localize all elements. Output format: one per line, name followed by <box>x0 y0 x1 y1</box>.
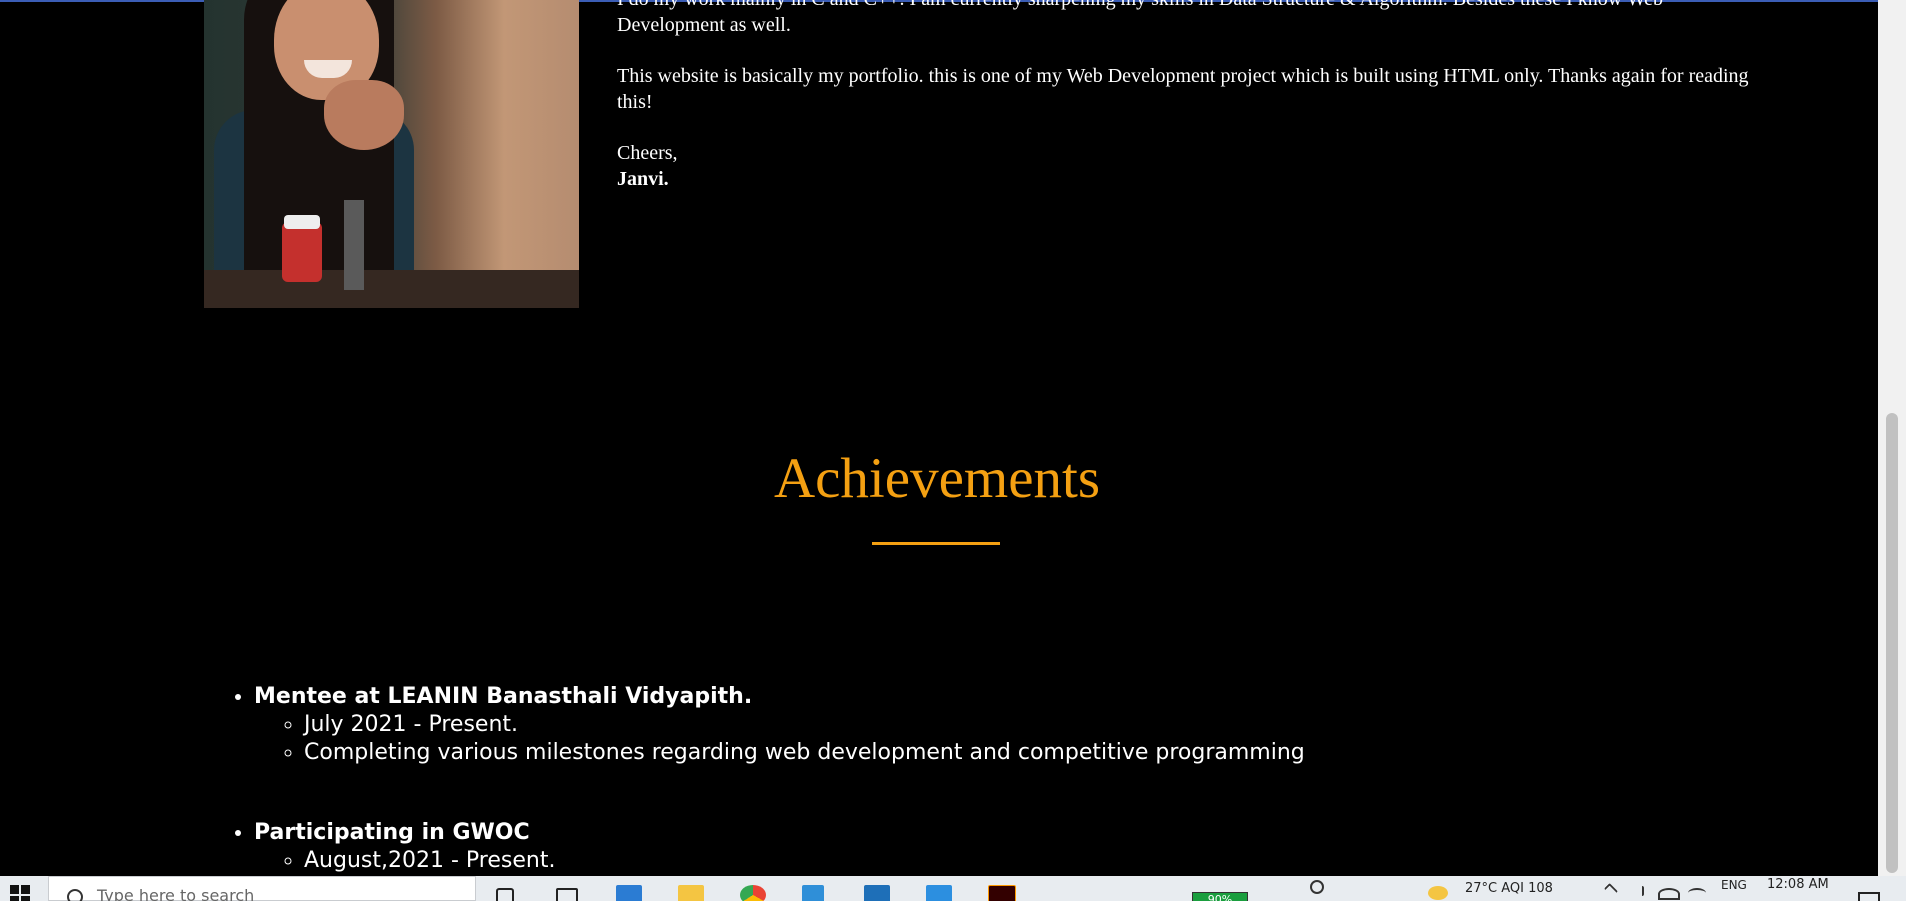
page-scrollbar[interactable] <box>1878 0 1906 876</box>
search-icon <box>67 889 83 901</box>
illustrator-icon[interactable] <box>988 885 1016 901</box>
windows-taskbar: Type here to search 90% 27°C AQI 108 ENG… <box>0 876 1906 901</box>
start-button[interactable] <box>0 876 46 901</box>
wifi-icon[interactable] <box>1688 888 1706 898</box>
about-paragraph: I do my work mainly in C and C++. I am c… <box>617 0 1663 36</box>
achievement-detail: Completing various milestones regarding … <box>304 739 1854 767</box>
achievements-heading: Achievements <box>773 447 1101 510</box>
edge-icon[interactable] <box>616 885 642 901</box>
about-text: I do my work mainly in C and C++. I am c… <box>617 0 1757 192</box>
battery-indicator[interactable]: 90% <box>1192 892 1248 901</box>
achievement-item: Mentee at LEANIN Banasthali Vidyapith. J… <box>254 683 1854 767</box>
cortana-icon[interactable] <box>496 888 514 901</box>
mail-icon[interactable] <box>864 885 890 901</box>
about-signature: Janvi. <box>617 168 669 190</box>
task-view-icon[interactable] <box>556 888 578 901</box>
achievement-details: July 2021 - Present. Completing various … <box>254 711 1854 767</box>
achievement-detail: July 2021 - Present. <box>304 711 1854 739</box>
achievement-item: Participating in GWOC August,2021 - Pres… <box>254 819 1854 875</box>
network-icon[interactable] <box>1658 888 1680 900</box>
weather-icon[interactable] <box>1428 886 1448 900</box>
taskbar-search-input[interactable]: Type here to search <box>48 876 476 901</box>
vscode-icon[interactable] <box>926 885 952 901</box>
language-indicator[interactable]: ENG <box>1721 878 1747 892</box>
achievement-title: Participating in GWOC <box>254 820 530 845</box>
about-closing: Cheers, <box>617 142 678 164</box>
achievement-details: August,2021 - Present. <box>254 847 1854 875</box>
chrome-icon[interactable] <box>740 885 766 901</box>
weather-text[interactable]: 27°C AQI 108 <box>1465 881 1553 896</box>
chevron-up-icon[interactable] <box>1603 882 1619 898</box>
windows-logo-icon <box>10 885 30 901</box>
search-placeholder: Type here to search <box>97 886 255 901</box>
achievement-detail: August,2021 - Present. <box>304 847 1854 875</box>
people-icon[interactable] <box>1310 880 1324 894</box>
achievements-underline <box>872 542 1000 545</box>
achievement-title: Mentee at LEANIN Banasthali Vidyapith. <box>254 684 753 709</box>
notification-icon[interactable] <box>1858 892 1880 901</box>
clock[interactable]: 12:08 AM <box>1767 877 1829 892</box>
about-paragraph: This website is basically my portfolio. … <box>617 65 1749 113</box>
browser-viewport: I do my work mainly in C and C++. I am c… <box>0 0 1878 876</box>
volume-icon[interactable] <box>1628 886 1644 896</box>
profile-photo <box>204 0 579 308</box>
bookmark-app-icon[interactable] <box>802 885 824 901</box>
file-explorer-icon[interactable] <box>678 885 704 901</box>
scrollbar-thumb[interactable] <box>1886 413 1898 873</box>
achievements-list: Mentee at LEANIN Banasthali Vidyapith. J… <box>0 683 1854 876</box>
